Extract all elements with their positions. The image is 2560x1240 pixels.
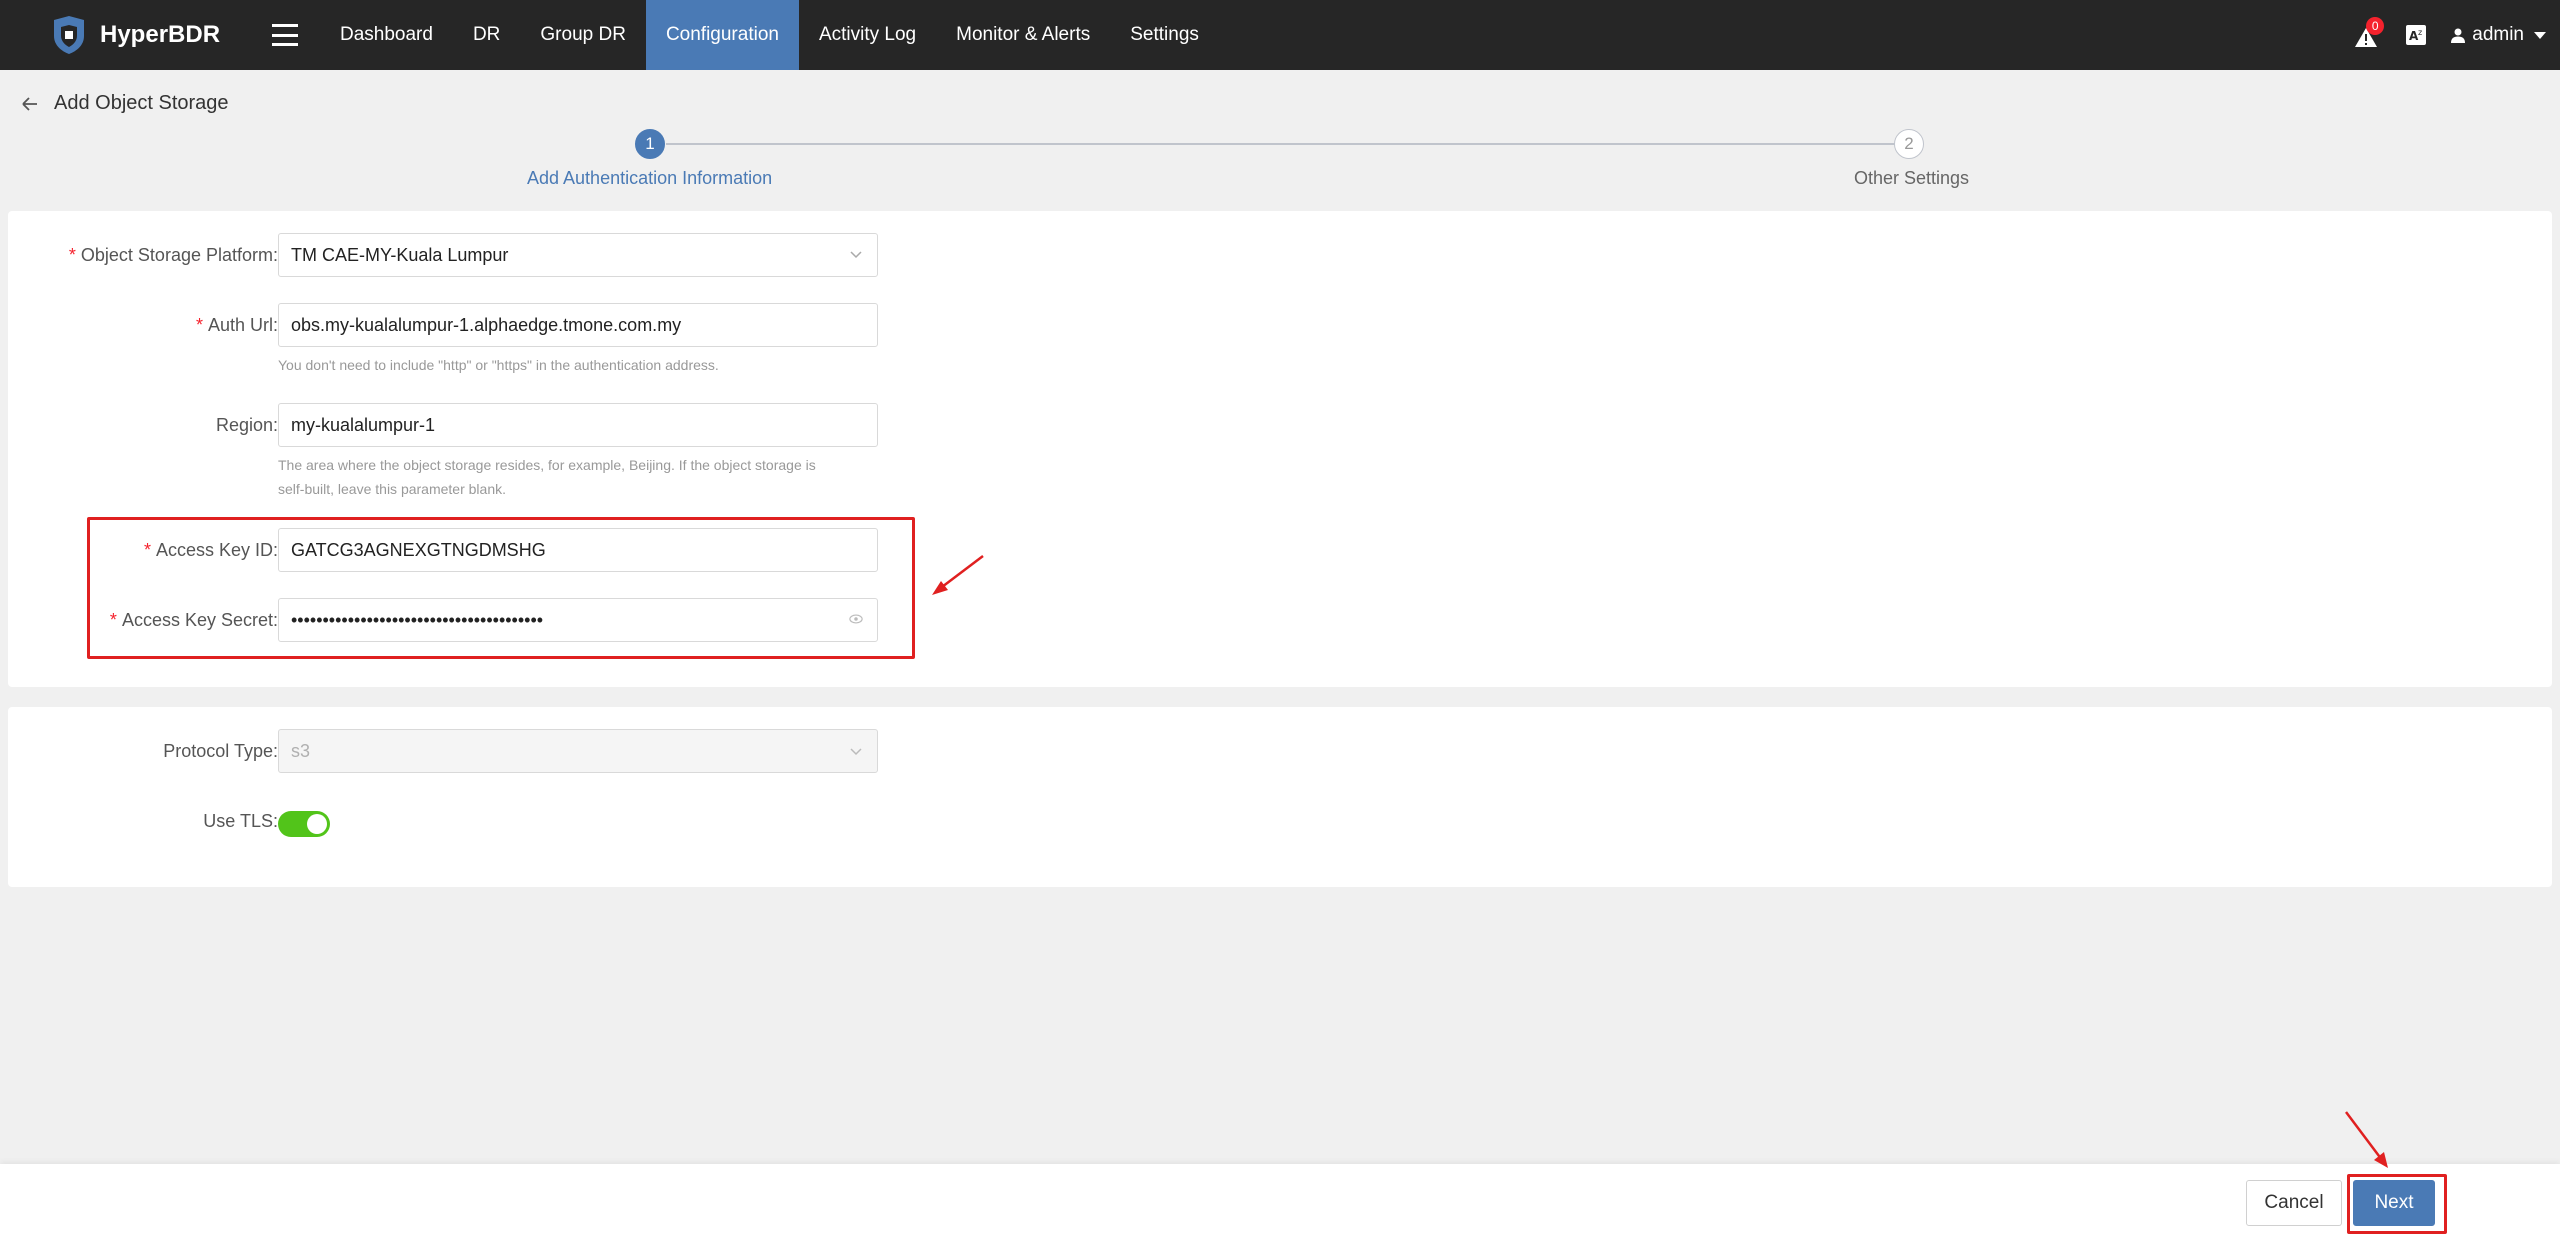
step-2-indicator: 2 bbox=[1894, 129, 1924, 159]
cancel-button[interactable]: Cancel bbox=[2246, 1180, 2342, 1226]
app-name: HyperBDR bbox=[100, 21, 221, 48]
use-tls-row: Use TLS: bbox=[8, 799, 908, 843]
next-button-highlight bbox=[2347, 1174, 2447, 1234]
chevron-down-icon bbox=[850, 251, 862, 259]
nav-right: 0 Az admin bbox=[2352, 0, 2546, 70]
annotation-arrow-icon bbox=[932, 555, 984, 595]
step-1-label: Add Authentication Information bbox=[527, 168, 773, 188]
platform-row: * Object Storage Platform: TM CAE-MY-Kual… bbox=[8, 233, 908, 277]
arrow-left-icon bbox=[22, 96, 37, 111]
nav-item-dr[interactable]: DR bbox=[453, 0, 520, 70]
top-nav: HyperBDR Dashboard DR Group DR Configura… bbox=[0, 0, 2560, 70]
auth-url-input[interactable]: obs.my-kualalumpur-1.alphaedge.tmone.com… bbox=[278, 303, 878, 347]
user-icon bbox=[2451, 28, 2466, 43]
protocol-type-select: s3 bbox=[278, 729, 878, 773]
user-menu[interactable]: admin bbox=[2450, 24, 2546, 46]
platform-select[interactable]: TM CAE-MY-Kuala Lumpur bbox=[278, 233, 878, 277]
protocol-type-row: Protocol Type: s3 bbox=[8, 729, 908, 773]
annotation-arrow-icon bbox=[2345, 1111, 2388, 1168]
step-2-label: Other Settings bbox=[1854, 168, 1970, 188]
chevron-down-icon bbox=[2534, 31, 2546, 39]
use-tls-toggle[interactable] bbox=[278, 811, 330, 837]
region-input[interactable]: my-kualalumpur-1 bbox=[278, 403, 878, 447]
username: admin bbox=[2472, 24, 2524, 45]
footer-bar: Cancel Next bbox=[0, 1164, 2560, 1240]
access-keys-highlight bbox=[87, 517, 915, 659]
nav-item-group-dr[interactable]: Group DR bbox=[520, 0, 646, 70]
protocol-card: Protocol Type: s3 Use TLS: bbox=[8, 707, 2552, 887]
stepper: 1 2 Add Authentication Information Other… bbox=[0, 128, 2560, 194]
region-label: Region: bbox=[215, 415, 278, 435]
protocol-type-label: Protocol Type: bbox=[163, 741, 278, 761]
back-button[interactable]: Add Object Storage bbox=[20, 92, 229, 115]
alert-count-badge: 0 bbox=[2366, 17, 2385, 35]
step-1-indicator: 1 bbox=[635, 129, 665, 159]
nav-item-monitor-alerts[interactable]: Monitor & Alerts bbox=[936, 0, 1110, 70]
step-connector bbox=[666, 143, 1898, 145]
hyperbdr-logo-icon bbox=[54, 16, 84, 54]
page-title: Add Object Storage bbox=[54, 92, 229, 114]
app-logo[interactable]: HyperBDR bbox=[48, 14, 220, 56]
svg-text:z: z bbox=[2418, 28, 2422, 37]
use-tls-label: Use TLS: bbox=[203, 811, 278, 831]
nav-item-activity-log[interactable]: Activity Log bbox=[799, 0, 936, 70]
region-hint-line2: self-built, leave this parameter blank. bbox=[278, 481, 506, 497]
chevron-down-icon bbox=[850, 748, 862, 756]
alerts-button[interactable]: 0 bbox=[2352, 17, 2385, 50]
nav-item-settings[interactable]: Settings bbox=[1110, 0, 1219, 70]
nav-item-dashboard[interactable]: Dashboard bbox=[320, 0, 453, 70]
region-hint-line1: The area where the object storage reside… bbox=[278, 457, 816, 473]
menu-toggle-icon[interactable] bbox=[272, 20, 298, 50]
nav-item-configuration[interactable]: Configuration bbox=[645, 0, 799, 70]
language-icon[interactable]: Az bbox=[2404, 23, 2428, 47]
platform-label: Object Storage Platform: bbox=[80, 245, 278, 265]
region-row: Region: my-kualalumpur-1 The area where … bbox=[8, 403, 908, 513]
auth-url-row: * Auth Url: obs.my-kualalumpur-1.alphaedg… bbox=[8, 303, 908, 383]
auth-url-hint: You don't need to include "http" or "htt… bbox=[278, 357, 719, 373]
nav-menu: Dashboard DR Group DR Configuration Acti… bbox=[320, 0, 1219, 70]
auth-url-label: Auth Url: bbox=[207, 315, 278, 335]
